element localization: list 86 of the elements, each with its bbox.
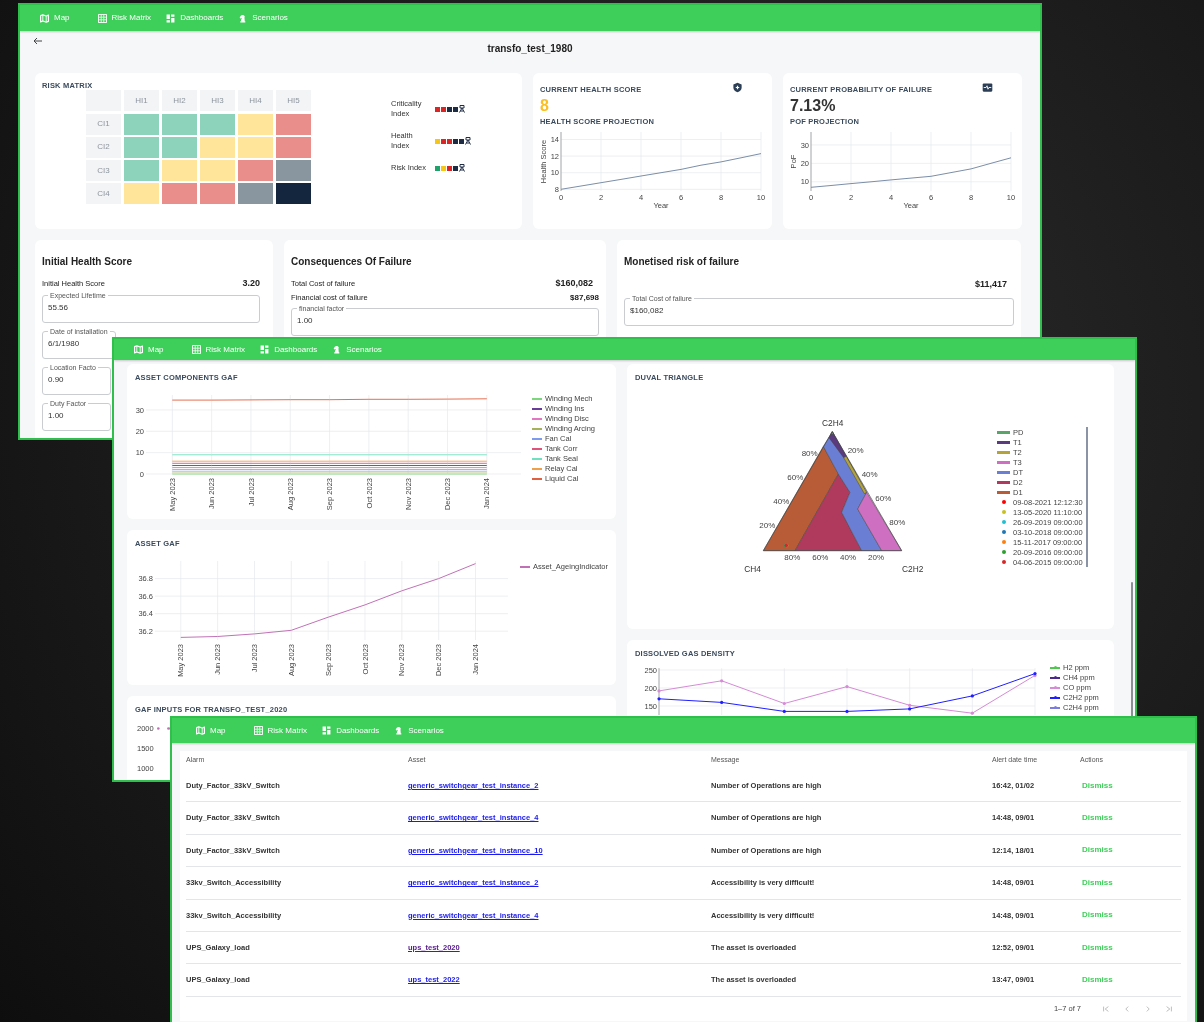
tick-label: 80% — [801, 448, 818, 458]
dismiss-button[interactable]: Dismiss — [1082, 974, 1113, 987]
next-page-icon[interactable] — [1144, 1004, 1152, 1013]
nav-link[interactable]: Map — [134, 343, 164, 356]
tick-label: 60% — [787, 472, 804, 482]
column-header: HI2 — [162, 90, 197, 112]
data-point — [782, 702, 786, 706]
nav-link[interactable]: Map — [40, 12, 70, 24]
data-point — [845, 685, 849, 689]
data-point — [970, 694, 974, 698]
score-value: 8 — [540, 97, 550, 116]
last-page-icon[interactable] — [1165, 1004, 1173, 1013]
dashboard-icon — [260, 345, 270, 354]
grid-icon — [97, 13, 107, 23]
dismiss-button[interactable]: Dismiss — [1082, 941, 1113, 954]
grid-icon — [191, 345, 201, 354]
nav-link[interactable]: Risk Matrix — [97, 12, 152, 24]
row-value: $160,082 — [555, 277, 593, 290]
tick-label: 40% — [840, 553, 856, 563]
map-icon — [196, 726, 205, 735]
row-header: CI1 — [86, 113, 121, 135]
row-value: 3.20 — [242, 277, 260, 290]
dashboard-icon — [322, 726, 332, 735]
tick-label: 40% — [861, 469, 878, 479]
heartbeat-icon — [982, 82, 993, 93]
card-heading: Monetised risk of failure — [624, 255, 741, 269]
card-heading: Initial Health Score — [42, 255, 134, 269]
chess-knight-icon — [238, 13, 248, 23]
map-icon — [40, 13, 49, 23]
vertex-label: C2H2 — [902, 563, 924, 574]
column-header: HI3 — [200, 90, 235, 112]
previous-page-icon[interactable] — [1123, 1004, 1131, 1013]
chess-knight-icon — [394, 726, 404, 735]
back-arrow-icon[interactable] — [33, 37, 43, 45]
dismiss-button[interactable]: Dismiss — [1082, 779, 1113, 792]
dismiss-button[interactable]: Dismiss — [1082, 876, 1113, 889]
data-point — [657, 697, 661, 701]
nav-link[interactable]: Map — [196, 724, 226, 737]
nav-link[interactable]: Dashboards — [260, 343, 318, 356]
grid-icon — [253, 726, 263, 735]
nav-link[interactable]: Dashboards — [322, 724, 380, 737]
tick-label: 20% — [759, 521, 776, 531]
page-title: transfo_test_1980 — [487, 42, 573, 56]
map-icon — [134, 345, 143, 354]
data-point — [720, 679, 724, 683]
column-header: HI4 — [238, 90, 273, 112]
tick-label: 80% — [784, 553, 801, 563]
nav-link[interactable]: Dashboards — [166, 12, 224, 24]
dismiss-button[interactable]: Dismiss — [1082, 844, 1113, 857]
pylon-icon — [459, 105, 465, 114]
row-value: $87,698 — [570, 291, 599, 304]
score-value: 7.13% — [790, 97, 837, 116]
card-heading: Consequences Of Failure — [291, 255, 413, 269]
tick-label: 40% — [773, 497, 790, 507]
risk-value: $11,417 — [974, 278, 1007, 291]
vertex-label: C2H4 — [822, 418, 844, 429]
column-header: HI5 — [276, 90, 311, 112]
pylon-icon — [459, 164, 465, 173]
nav-link[interactable]: Risk Matrix — [253, 724, 308, 737]
dashboard-icon — [166, 13, 176, 23]
nav-link[interactable]: Scenarios — [394, 724, 444, 737]
tick-label: 60% — [875, 494, 892, 504]
nav-link[interactable]: Scenarios — [332, 343, 382, 356]
data-point — [720, 701, 724, 705]
dismiss-button[interactable]: Dismiss — [1082, 909, 1113, 922]
first-page-icon[interactable] — [1102, 1004, 1110, 1013]
row-header: CI3 — [86, 160, 121, 182]
tick-label: 20% — [868, 553, 884, 563]
tick-label: 20% — [847, 445, 864, 455]
shield-icon — [732, 82, 743, 93]
data-point — [970, 711, 974, 716]
tick-label: 80% — [889, 518, 906, 528]
nav-link[interactable]: Risk Matrix — [191, 343, 246, 356]
pylon-icon — [465, 137, 471, 146]
chess-knight-icon — [332, 345, 342, 354]
row-header: CI4 — [86, 183, 121, 205]
tick-label: 60% — [812, 553, 829, 563]
column-header: HI1 — [124, 90, 159, 112]
dismiss-button[interactable]: Dismiss — [1082, 812, 1113, 825]
data-point — [845, 710, 849, 714]
vertex-label: CH4 — [744, 563, 761, 574]
nav-link[interactable]: Scenarios — [238, 12, 288, 24]
data-point — [782, 710, 786, 714]
data-point — [657, 689, 661, 693]
scrollbar[interactable] — [1131, 582, 1133, 717]
row-header: CI2 — [86, 136, 121, 158]
